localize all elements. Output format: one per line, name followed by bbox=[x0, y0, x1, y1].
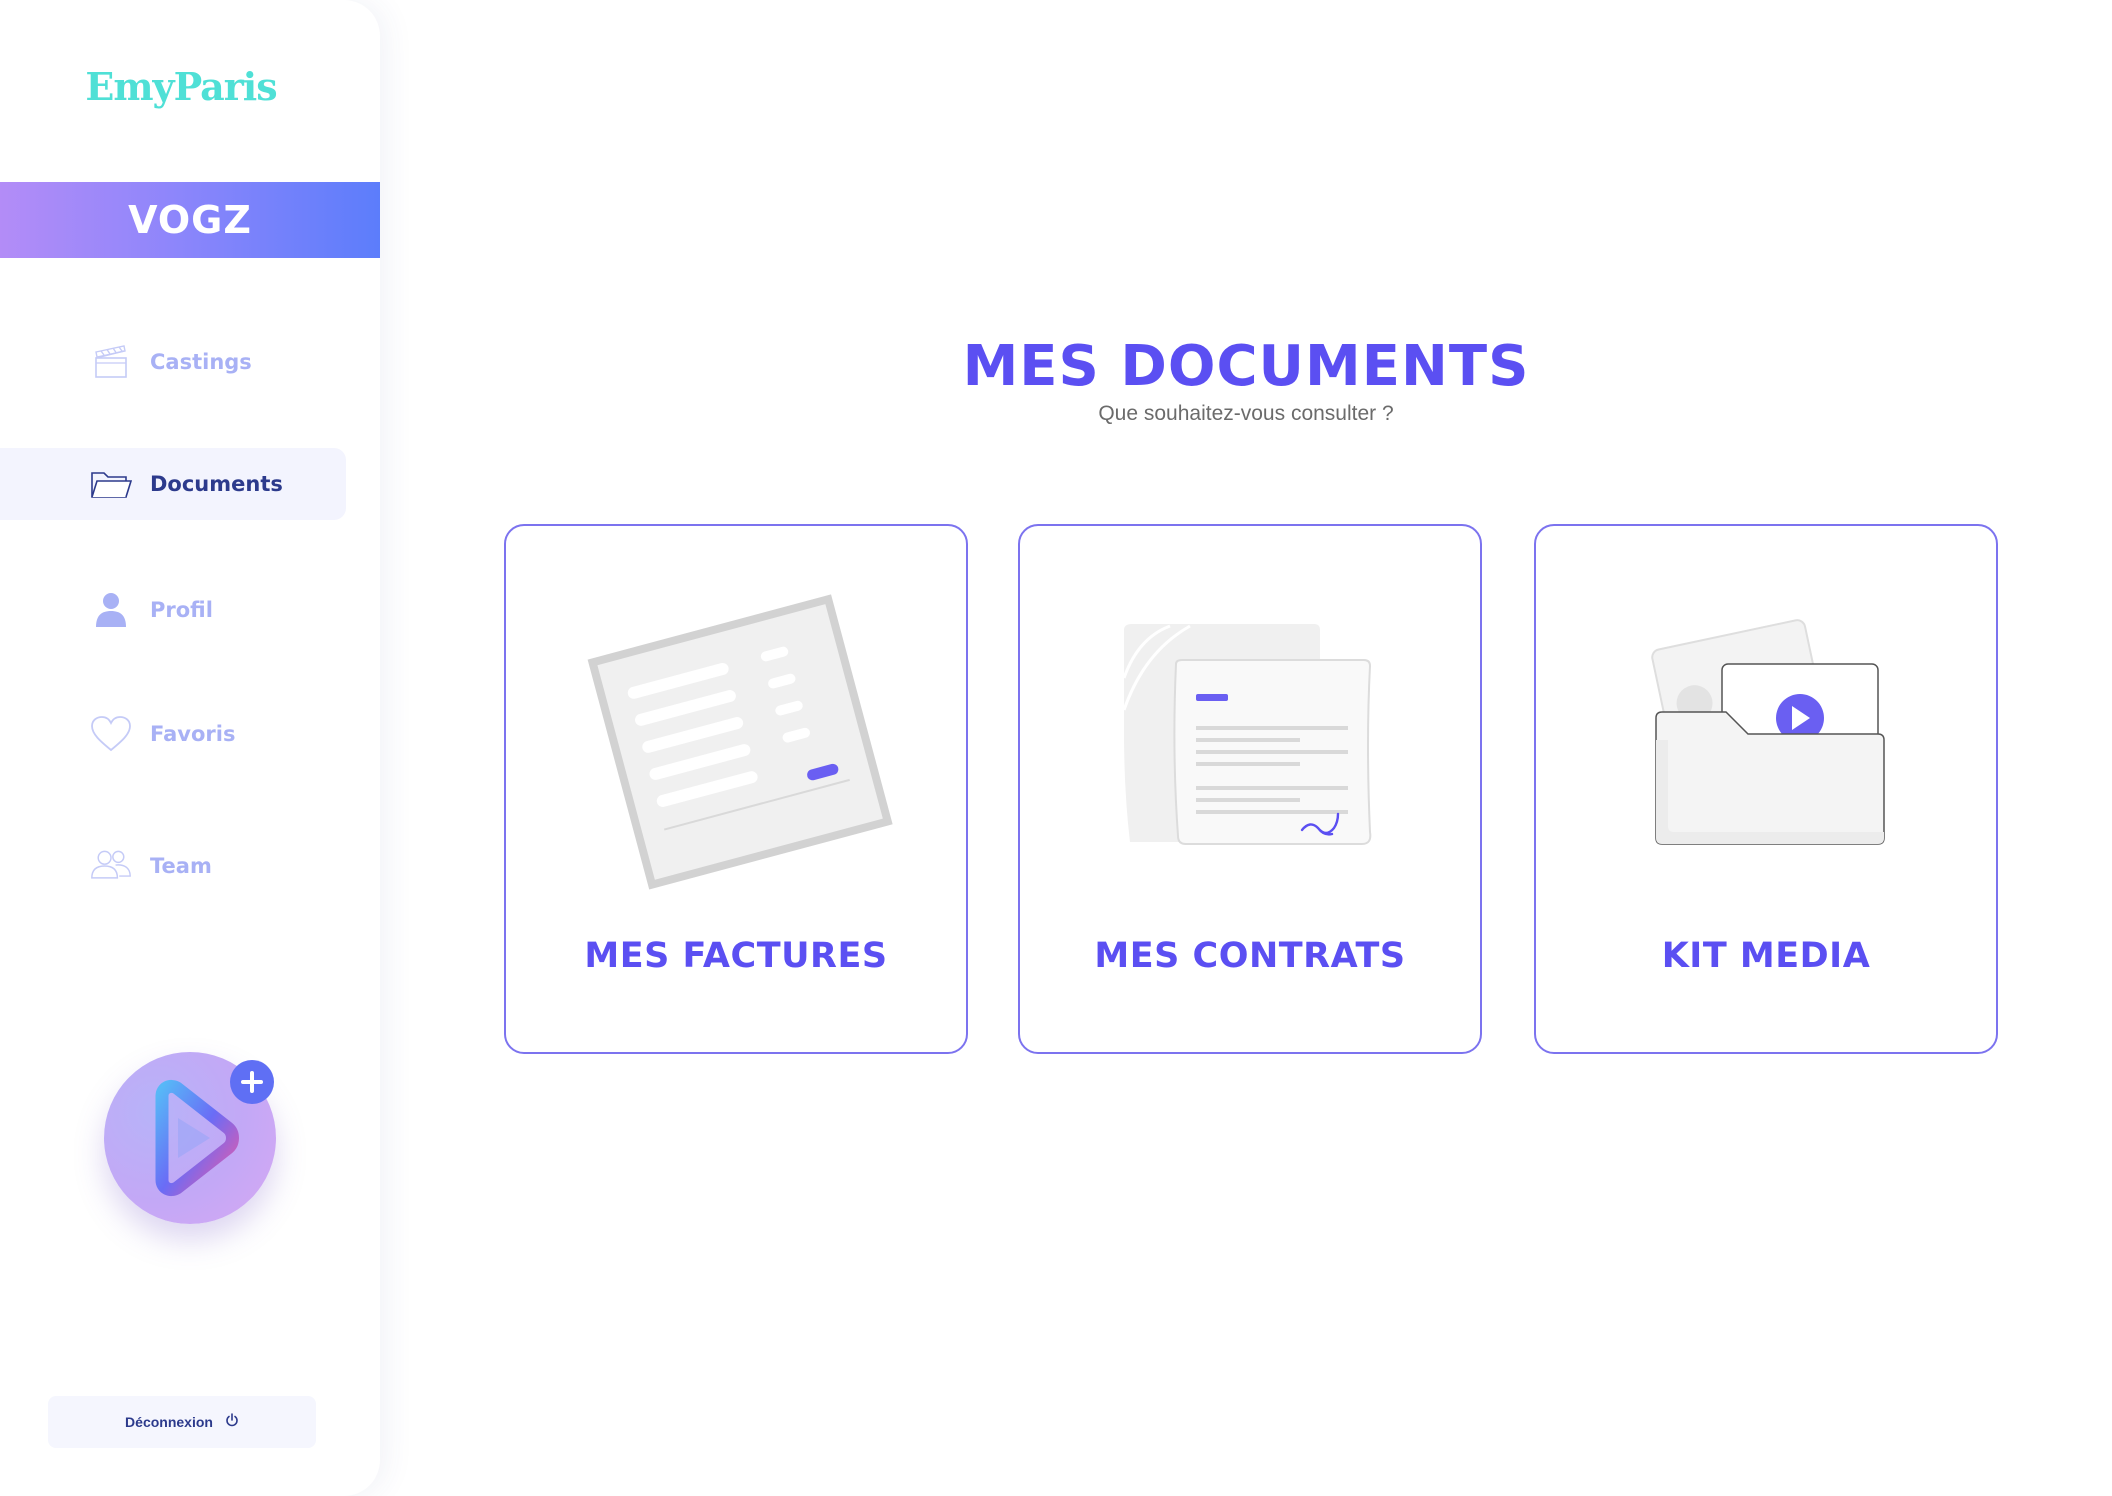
sidebar-item-label: Favoris bbox=[150, 722, 236, 746]
invoices-card[interactable]: MES FACTURES bbox=[504, 524, 968, 1054]
sidebar-item-label: Documents bbox=[150, 472, 283, 496]
logout-label: Déconnexion bbox=[125, 1414, 213, 1430]
page-title: MES DOCUMENTS bbox=[962, 334, 1530, 399]
sidebar: EmyParis VOGZ Castings Documents Profil … bbox=[0, 0, 380, 1496]
sidebar-item-profil[interactable]: Profil bbox=[0, 574, 346, 646]
media-folder-icon bbox=[1651, 619, 1885, 845]
card-label: KIT MEDIA bbox=[1661, 936, 1871, 976]
page-subtitle: Que souhaitez-vous consulter ? bbox=[1098, 402, 1394, 425]
sidebar-item-label: Castings bbox=[150, 350, 252, 374]
heart-icon bbox=[90, 716, 132, 752]
logout-button[interactable]: Déconnexion bbox=[48, 1396, 316, 1448]
card-label: MES CONTRATS bbox=[1094, 936, 1406, 976]
user-icon bbox=[90, 592, 132, 628]
brand-banner: VOGZ bbox=[0, 182, 380, 258]
sidebar-item-label: Profil bbox=[150, 598, 213, 622]
sidebar-item-castings[interactable]: Castings bbox=[0, 326, 346, 398]
brand-name: VOGZ bbox=[128, 198, 252, 242]
team-icon bbox=[90, 848, 132, 884]
sidebar-item-label: Team bbox=[150, 854, 212, 878]
invoice-icon bbox=[587, 594, 893, 890]
app-logo[interactable]: EmyParis bbox=[0, 64, 362, 109]
plus-icon[interactable] bbox=[230, 1060, 274, 1104]
power-icon bbox=[225, 1412, 239, 1432]
media-kit-card[interactable]: KIT MEDIA bbox=[1534, 524, 1998, 1054]
card-label: MES FACTURES bbox=[584, 936, 888, 976]
contract-icon bbox=[1122, 624, 1372, 845]
contracts-card[interactable]: MES CONTRATS bbox=[1018, 524, 1482, 1054]
clapperboard-icon bbox=[90, 344, 132, 380]
sidebar-item-team[interactable]: Team bbox=[0, 830, 346, 902]
folder-icon bbox=[90, 466, 132, 502]
sidebar-item-favoris[interactable]: Favoris bbox=[0, 698, 346, 770]
sidebar-item-documents[interactable]: Documents bbox=[0, 448, 346, 520]
